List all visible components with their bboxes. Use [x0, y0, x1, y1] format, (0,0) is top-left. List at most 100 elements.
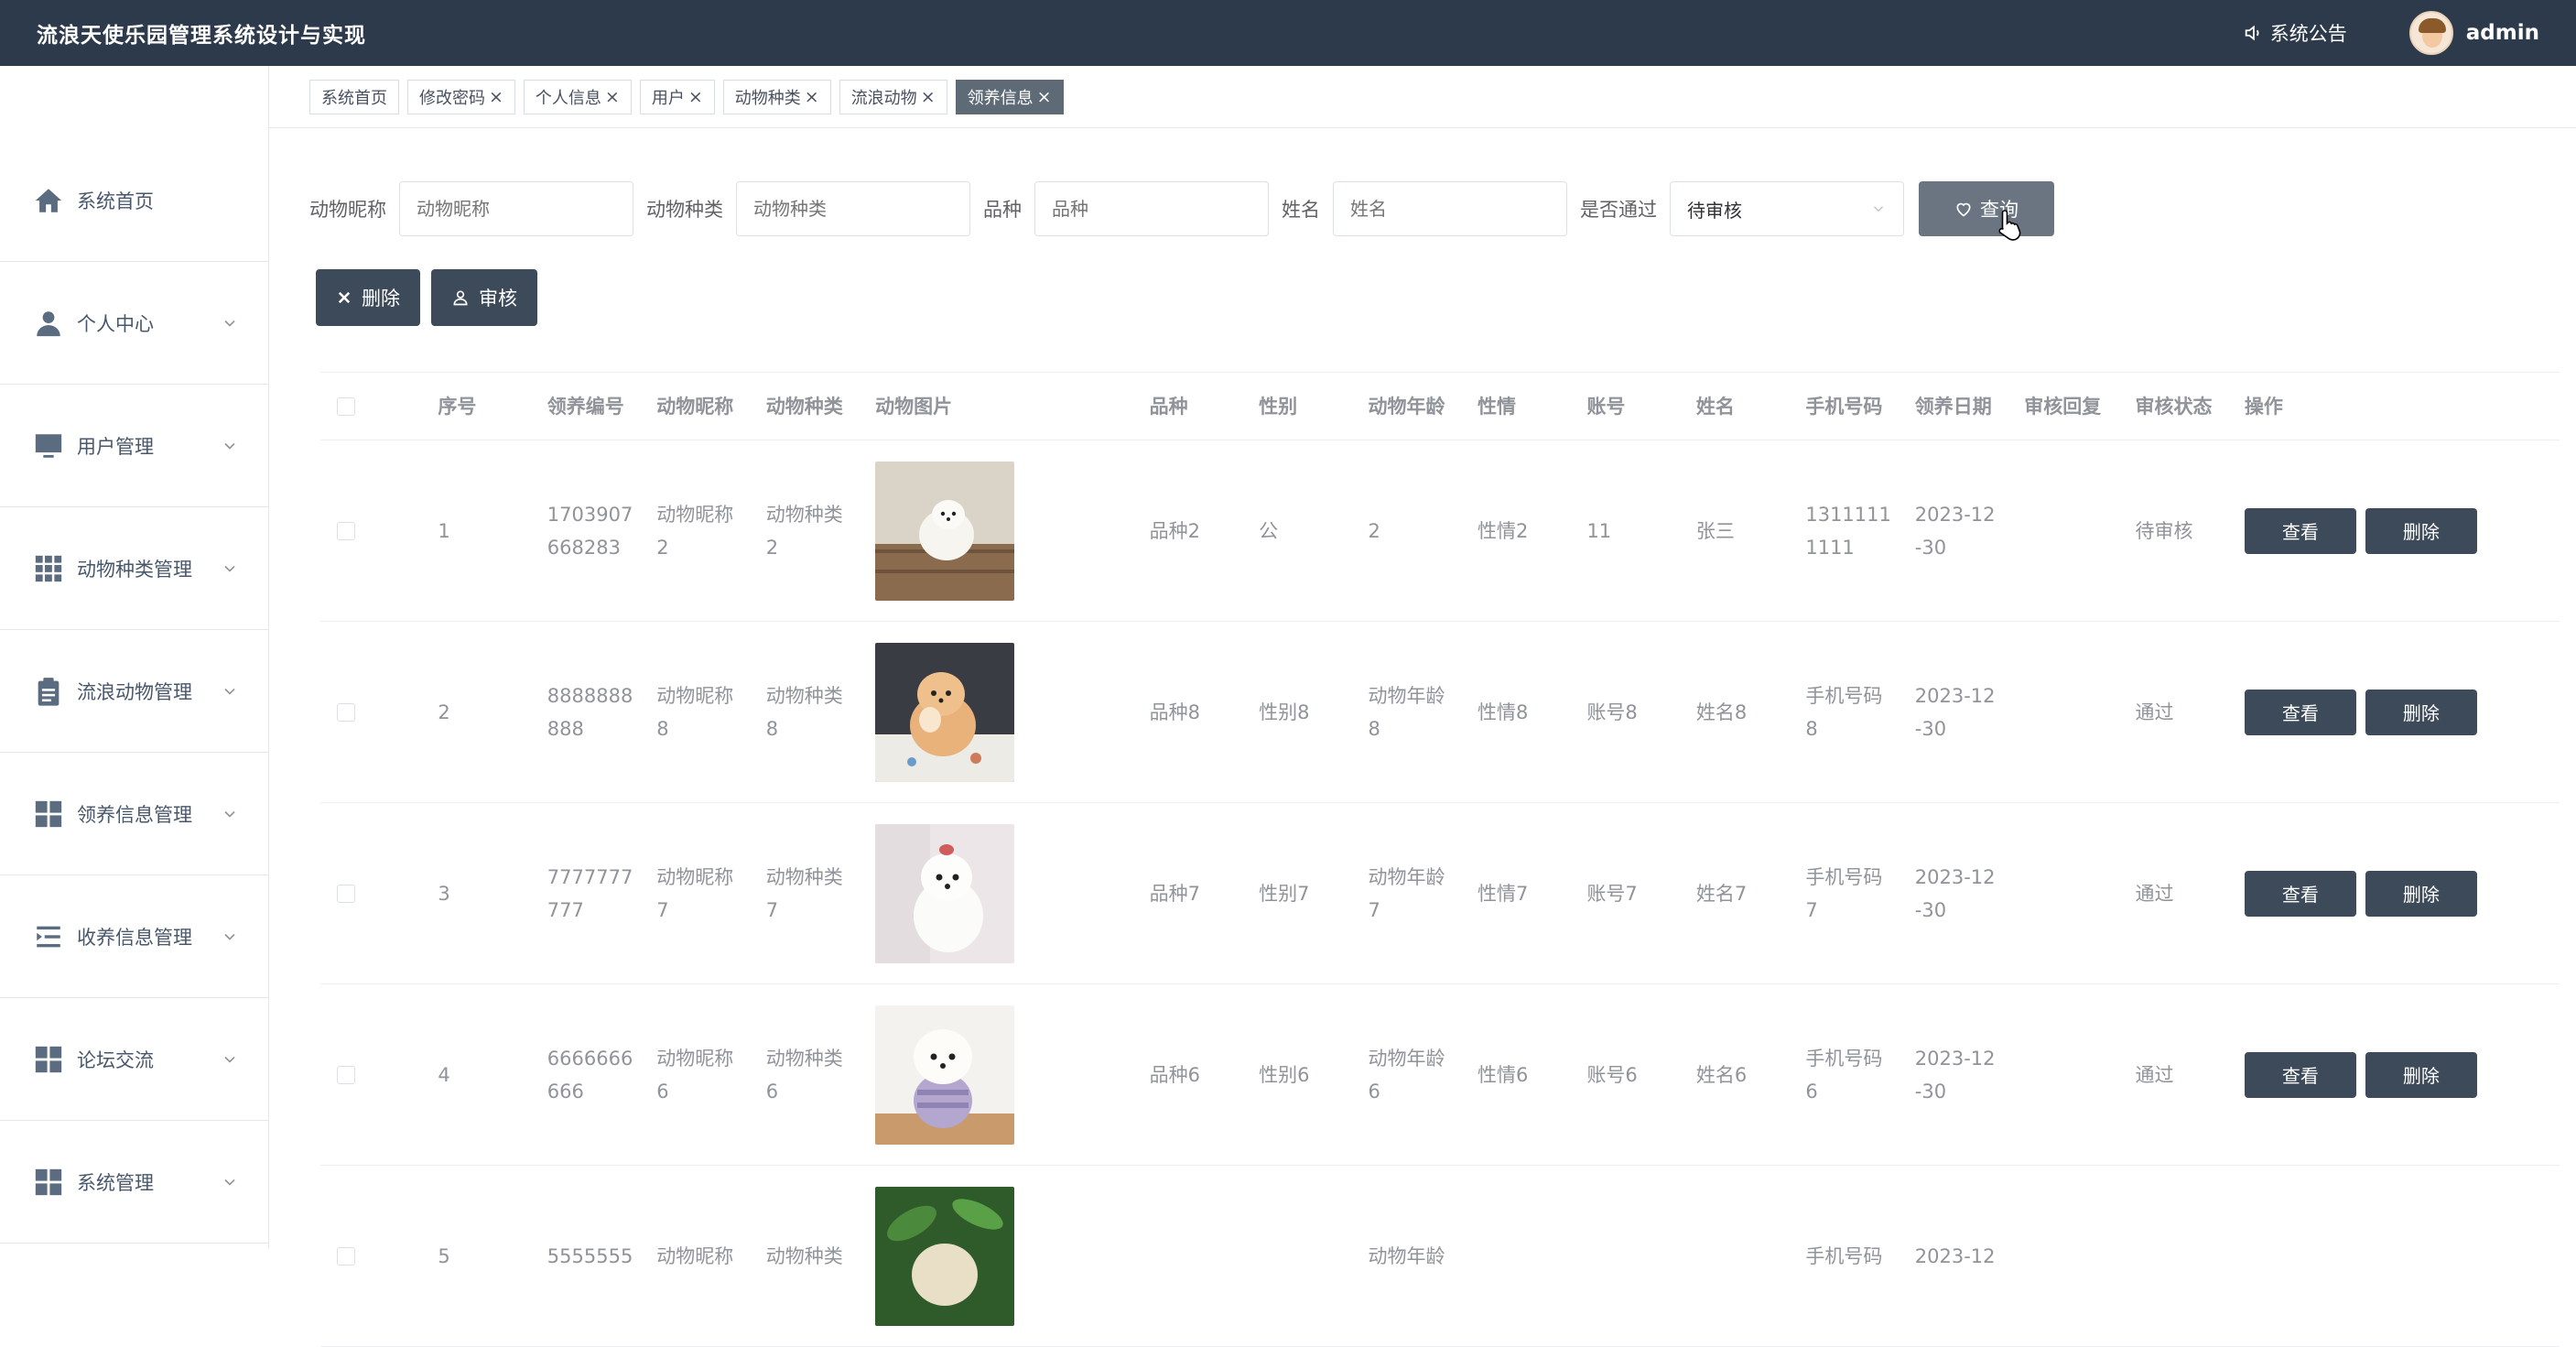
- cell-date: 2023-12 -30: [1914, 865, 1996, 921]
- sidebar: 系统首页个人中心用户管理 动物种类管理 流浪动物管理 领养信息管理 收养信息管理论坛交流…: [0, 66, 269, 1248]
- close-icon[interactable]: ×: [489, 87, 503, 107]
- column-header: 动物种类: [765, 395, 843, 418]
- cell-breed: 品种8: [1149, 701, 1201, 723]
- column-header: 动物图片: [875, 395, 953, 418]
- review-button[interactable]: 审核: [431, 269, 537, 326]
- chevron-down-icon: [224, 688, 235, 695]
- cell-status: 通过: [2135, 1063, 2174, 1086]
- system-notice-link[interactable]: 系统公告: [2243, 19, 2347, 47]
- cell-nick: 动物昵称: [656, 1244, 734, 1267]
- kind-label: 动物种类: [646, 199, 723, 221]
- sidebar-item-5[interactable]: 领养信息管理: [0, 753, 268, 875]
- chevron-down-icon: [224, 933, 235, 940]
- cell-nick: 动物昵称 6: [656, 1047, 734, 1103]
- sidebar-item-8[interactable]: 系统管理: [0, 1121, 268, 1244]
- cell-phone: 手机号码 8: [1805, 684, 1883, 740]
- sidebar-item-0[interactable]: 系统首页: [0, 139, 268, 262]
- tab-5[interactable]: 流浪动物 ×: [839, 79, 947, 114]
- tab-4[interactable]: 动物种类 ×: [722, 79, 831, 114]
- cell-no: 2: [438, 701, 450, 723]
- close-icon: [338, 291, 351, 304]
- tab-3[interactable]: 用户 ×: [639, 79, 715, 114]
- row-checkbox[interactable]: [337, 884, 355, 903]
- column-header: 品种: [1149, 395, 1188, 418]
- close-icon[interactable]: ×: [688, 87, 703, 107]
- sidebar-item-3[interactable]: 动物种类管理: [0, 507, 268, 630]
- close-icon[interactable]: ×: [805, 87, 819, 107]
- sidebar-item-7[interactable]: 论坛交流: [0, 998, 268, 1121]
- tab-6[interactable]: 领养信息 ×: [955, 79, 1064, 114]
- cell-name: 姓名7: [1695, 882, 1748, 905]
- close-icon[interactable]: ×: [921, 87, 936, 107]
- column-header: 序号: [438, 395, 477, 418]
- query-button[interactable]: 查询: [1919, 181, 2054, 236]
- column-header: 性别: [1259, 395, 1298, 418]
- close-icon[interactable]: ×: [605, 87, 620, 107]
- view-button[interactable]: 查看: [2244, 870, 2356, 917]
- tab-2[interactable]: 个人信息 ×: [523, 79, 632, 114]
- chevron-down-icon: [224, 810, 235, 818]
- cell-no: 3: [438, 882, 450, 905]
- avatar[interactable]: [2408, 11, 2453, 55]
- cell-sex: 性别8: [1259, 701, 1310, 723]
- delete-button[interactable]: 删除: [2365, 507, 2477, 554]
- sidebar-item-4[interactable]: 流浪动物管理: [0, 630, 268, 753]
- cell-kind: 动物种类: [765, 1244, 843, 1267]
- cell-status: 通过: [2135, 701, 2174, 723]
- user-name[interactable]: admin: [2466, 21, 2539, 45]
- kind-input[interactable]: [736, 181, 970, 236]
- cell-sex: 公: [1259, 519, 1279, 542]
- delete-button[interactable]: 删除: [2365, 689, 2477, 735]
- column-header: 审核状态: [2135, 395, 2213, 418]
- sidebar-item-2[interactable]: 用户管理: [0, 385, 268, 507]
- column-header: 动物昵称: [656, 395, 734, 418]
- tab-label: 领养信息: [967, 88, 1034, 108]
- sidebar-item-label: 论坛交流: [77, 1048, 154, 1071]
- view-button[interactable]: 查看: [2244, 507, 2356, 554]
- batch-delete-button[interactable]: 删除: [316, 269, 420, 326]
- delete-button[interactable]: 删除: [2365, 1051, 2477, 1098]
- row-checkbox[interactable]: [337, 521, 355, 540]
- cell-date: 2023-12 -30: [1914, 684, 1996, 740]
- view-button[interactable]: 查看: [2244, 1051, 2356, 1098]
- column-header: 领养编号: [547, 395, 624, 418]
- nickname-label: 动物昵称: [309, 199, 386, 221]
- table-row: 2 8888888 888 动物昵称 8 动物种类 8 品种8 性别8 动物年龄 8 性情8 账号8 姓名…: [320, 622, 2560, 803]
- sidebar-item-1[interactable]: 个人中心: [0, 262, 268, 385]
- breed-input[interactable]: [1034, 181, 1269, 236]
- pet-image: [875, 823, 1015, 963]
- tab-label: 系统首页: [321, 88, 387, 108]
- row-checkbox[interactable]: [337, 702, 355, 722]
- select-all-checkbox[interactable]: [337, 396, 355, 416]
- cell-sex: 性别6: [1259, 1063, 1310, 1086]
- view-button[interactable]: 查看: [2244, 689, 2356, 735]
- cell-nick: 动物昵称 7: [656, 865, 734, 921]
- cell-date: 2023-12 -30: [1914, 1047, 1996, 1103]
- cell-code: 5555555: [547, 1244, 633, 1267]
- cell-age: 动物年龄 7: [1368, 865, 1445, 921]
- cell-code: 7777777 777: [547, 865, 633, 921]
- apps-icon: [33, 798, 64, 830]
- row-checkbox[interactable]: [337, 1246, 355, 1266]
- cell-nick: 动物昵称 8: [656, 684, 734, 740]
- tab-label: 修改密码: [419, 88, 485, 108]
- sidebar-item-label: 系统首页: [77, 190, 154, 212]
- tab-0[interactable]: 系统首页: [309, 79, 399, 114]
- sidebar-item-label: 个人中心: [77, 312, 154, 335]
- nickname-input[interactable]: [399, 181, 633, 236]
- cell-phone: 1311111 1111: [1805, 503, 1891, 559]
- tab-1[interactable]: 修改密码 ×: [407, 79, 515, 114]
- row-checkbox[interactable]: [337, 1065, 355, 1084]
- column-header: 动物年龄: [1368, 395, 1445, 418]
- pass-select[interactable]: 待审核: [1670, 181, 1904, 236]
- sidebar-item-6[interactable]: 收养信息管理: [0, 875, 268, 998]
- pass-label: 是否通过: [1580, 199, 1657, 221]
- delete-button[interactable]: 删除: [2365, 870, 2477, 917]
- chevron-down-icon: [224, 1179, 235, 1186]
- cell-name: 姓名8: [1695, 701, 1748, 723]
- table-row: 5 5555555 动物昵称 动物种类 动物年龄 手机号码 2023-12: [320, 1166, 2560, 1347]
- close-icon[interactable]: ×: [1037, 87, 1052, 107]
- name-input[interactable]: [1333, 181, 1567, 236]
- cell-age: 动物年龄: [1368, 1244, 1445, 1267]
- user-outline-icon: [453, 290, 468, 306]
